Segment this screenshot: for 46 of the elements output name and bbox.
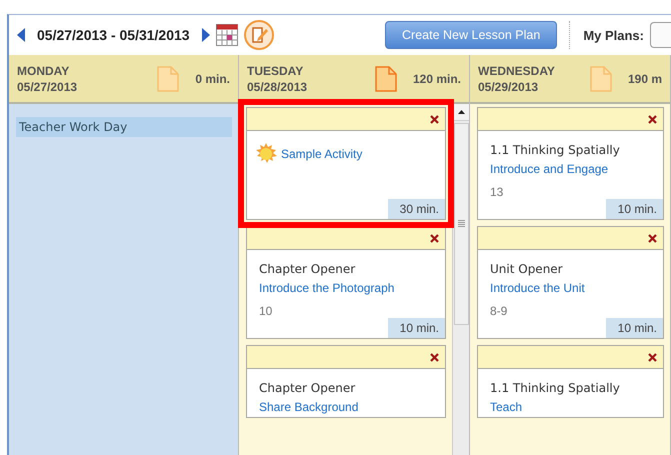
day-date: 05/28/2013 (247, 78, 308, 94)
page-numbers: 13 (490, 185, 504, 199)
close-icon[interactable] (648, 352, 657, 362)
scrollbar[interactable] (452, 104, 469, 455)
day-minutes: 190 m (628, 72, 662, 86)
duration-label: 10 min. (606, 199, 663, 219)
date-range: 05/27/2013 - 05/31/2013 (37, 27, 190, 43)
close-icon[interactable] (430, 352, 439, 362)
activity-link[interactable]: Sample Activity (281, 144, 362, 164)
plans-dropdown[interactable] (650, 22, 671, 48)
grip-icon[interactable] (458, 220, 464, 228)
page-numbers: 8-9 (490, 304, 508, 318)
day-date: 05/27/2013 (17, 78, 78, 94)
duration-label: 10 min. (606, 318, 663, 338)
day-name: TUESDAY (247, 62, 304, 78)
edit-note-icon[interactable] (244, 20, 274, 50)
scroll-up-icon[interactable] (458, 110, 464, 114)
day-date: 05/29/2013 (478, 78, 540, 94)
close-icon[interactable] (648, 234, 657, 242)
lesson-title: Chapter Opener (259, 381, 356, 395)
previous-arrow-icon[interactable] (17, 28, 25, 42)
calendar-event[interactable]: Teacher Work Day (16, 117, 232, 137)
lesson-title: 1.1 Thinking Spatially (490, 381, 621, 395)
create-lesson-plan-button[interactable]: Create New Lesson Plan (385, 21, 558, 49)
close-icon[interactable] (430, 114, 439, 124)
lesson-link[interactable]: Introduce the Unit (490, 278, 623, 298)
day-name: WEDNESDAY (478, 62, 556, 78)
lesson-title: Unit Opener (490, 262, 564, 276)
calendar-icon[interactable] (216, 24, 238, 46)
sun-icon (255, 143, 277, 165)
duration-label: 30 min. (388, 199, 445, 219)
my-plans-label: My Plans: (583, 28, 644, 42)
duration-label: 10 min. (388, 318, 445, 338)
lesson-link[interactable]: Introduce the Photograph (259, 278, 405, 298)
lesson-link[interactable]: Teach (490, 397, 623, 417)
lesson-title: Chapter Opener (259, 262, 356, 276)
close-icon[interactable] (648, 114, 657, 124)
close-icon[interactable] (430, 234, 439, 242)
lesson-link[interactable]: Introduce and Engage (490, 159, 623, 179)
page-numbers: 10 (259, 304, 274, 318)
next-arrow-icon[interactable] (202, 28, 210, 42)
day-minutes: 0 min. (195, 72, 230, 86)
day-name: MONDAY (17, 62, 70, 78)
lesson-link[interactable]: Share Background (259, 397, 405, 417)
day-minutes: 120 min. (412, 72, 461, 86)
lesson-title: 1.1 Thinking Spatially (490, 143, 621, 157)
